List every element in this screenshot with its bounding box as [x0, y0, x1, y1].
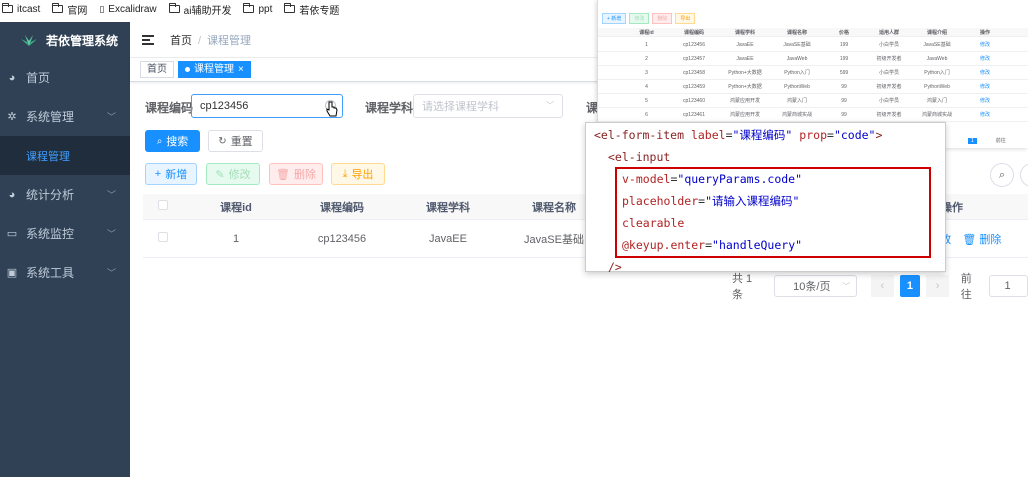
bookmark-itcast[interactable]: itcast	[2, 3, 40, 15]
bookmark-excalidraw[interactable]: ▯ Excalidraw	[99, 4, 156, 15]
folder-icon	[2, 3, 13, 13]
search-button[interactable]: ⌕ 搜索	[145, 130, 200, 152]
edit-button[interactable]: ✎ 修改	[206, 163, 260, 185]
tag-course[interactable]: 课程管理 ×	[178, 61, 251, 78]
search-toggle-icon[interactable]: ⌕	[990, 163, 1014, 187]
chevron-down-icon: ﹀	[106, 190, 116, 200]
code-snippet: <el-form-item label="课程编码" prop="code"> …	[585, 122, 946, 274]
subject-label: 课程学科	[365, 101, 414, 115]
folder-icon	[284, 3, 296, 13]
header-id: 课程id	[220, 201, 252, 214]
preview-row: 4 cp123459 Python+大数据 PythonWeb 99 初级开发者…	[598, 80, 1028, 94]
preview-pagination: 1 前往	[968, 137, 1006, 144]
logo-icon	[21, 35, 37, 46]
sidebar-logo[interactable]: 若依管理系统	[0, 22, 130, 58]
preview-row: 5 cp123460 鸿蒙应用开发 鸿蒙入门 99 小白学员 鸿蒙入门 修改	[598, 94, 1028, 108]
preview-delete: 删除	[652, 13, 673, 24]
refresh-table-icon[interactable]	[1020, 163, 1028, 187]
delete-button[interactable]: 🗑 删除	[269, 163, 323, 185]
code-label: 课程编码	[145, 101, 194, 115]
export-button[interactable]: ⤓ 导出	[331, 163, 385, 185]
plus-icon: +	[154, 168, 162, 180]
tag-home[interactable]: 首页	[140, 61, 174, 78]
sidebar: 若依管理系统 ◕ 首页 ✲ 系统管理 ﹀ 课程管理 ◕ 统计分析 ﹀ ▭ 系统监控 ﹀ ▣ 系统…	[0, 22, 130, 477]
bookmark-ppt[interactable]: ppt	[243, 3, 272, 15]
edit-icon: ✎	[215, 168, 225, 181]
dashboard-icon: ◕	[8, 71, 16, 84]
bookmark-ai-dev[interactable]: ai辅助开发	[168, 2, 231, 17]
chevron-down-icon: ﹀	[106, 112, 116, 122]
preview-export: 导出	[675, 13, 696, 24]
gear-icon: ✲	[7, 111, 17, 123]
header-code: 课程编码	[320, 201, 364, 214]
preview-row: 2 cp123457 JavaEE JavaWeb 199 初级开发者 Java…	[598, 52, 1028, 66]
page-icon: ▯	[99, 3, 105, 14]
sidebar-item-course[interactable]: 课程管理	[0, 136, 130, 175]
header-subject: 课程学科	[426, 201, 470, 214]
close-icon[interactable]: ×	[238, 62, 244, 77]
next-page-button[interactable]: ›	[926, 275, 949, 297]
sidebar-item-tools[interactable]: ▣ 系统工具 ﹀	[0, 253, 130, 292]
prev-page-button[interactable]: ‹	[871, 275, 894, 297]
preview-row: 1 cp123456 JavaEE JavaSE基础 199 小白学员 Java…	[598, 38, 1028, 52]
sidebar-item-stats[interactable]: ◕ 统计分析 ﹀	[0, 175, 130, 214]
preview-header: 课程id 课程编码 课程学科 课程名称 价格 适用人群 课程介绍 操作	[598, 28, 1028, 37]
bookmark-ruoyi[interactable]: 若依专题	[284, 2, 339, 17]
page-1-button[interactable]: 1	[899, 275, 921, 297]
goto-label: 前往	[960, 273, 972, 301]
folder-icon	[52, 3, 64, 13]
preview-add: + 新增	[602, 13, 627, 24]
chevron-down-icon: ﹀	[106, 268, 116, 278]
breadcrumb-current: 课程管理	[207, 34, 252, 47]
reset-button[interactable]: ↻ 重置	[208, 130, 263, 152]
chevron-down-icon: ﹀	[842, 281, 851, 291]
breadcrumb-home[interactable]: 首页	[170, 35, 192, 47]
code-input[interactable]: cp123456 ×	[191, 94, 343, 118]
refresh-icon: ↻	[218, 135, 227, 147]
subject-select[interactable]: 请选择课程学科 ﹀	[413, 94, 563, 118]
folder-icon	[243, 3, 255, 13]
preview-row: 3 cp123458 Python+大数据 Python入门 599 小白学员 …	[598, 66, 1028, 80]
row-checkbox[interactable]	[158, 232, 168, 242]
folder-icon	[168, 3, 180, 13]
search-icon: ⌕	[156, 135, 163, 147]
download-icon: ⤓	[342, 167, 348, 180]
code-line: <el-form-item label="课程编码" prop="code">	[594, 128, 883, 142]
cursor-icon	[326, 101, 338, 117]
chevron-down-icon: ﹀	[106, 229, 116, 239]
preview-row: 6 cp123461 鸿蒙应用开发 鸿蒙商城实战 99 初级开发者 鸿蒙商城实战…	[598, 108, 1028, 122]
preview-edit: 修改	[629, 13, 650, 24]
highlight-box	[615, 167, 931, 258]
row-delete-link[interactable]: 🗑 删除	[962, 234, 1001, 246]
bookmark-official[interactable]: 官网	[52, 2, 87, 17]
sidebar-item-system[interactable]: ✲ 系统管理 ﹀	[0, 97, 130, 136]
chart-icon: ◕	[8, 188, 16, 201]
hamburger-icon[interactable]	[142, 34, 154, 45]
sidebar-item-home[interactable]: ◕ 首页	[0, 58, 130, 97]
sidebar-title: 若依管理系统	[46, 33, 119, 48]
monitor-icon: ▭	[6, 228, 18, 240]
code-line: />	[608, 260, 622, 274]
page-size-select[interactable]: 10条/页 ﹀	[774, 275, 858, 297]
chevron-down-icon: ﹀	[546, 101, 554, 110]
toolbox-icon: ▣	[6, 267, 18, 279]
goto-input[interactable]: 1	[989, 275, 1028, 297]
breadcrumb: 首页 / 课程管理	[170, 34, 252, 47]
trash-icon: 🗑	[276, 168, 290, 181]
add-button[interactable]: + 新增	[145, 163, 197, 185]
sidebar-item-monitor[interactable]: ▭ 系统监控 ﹀	[0, 214, 130, 253]
select-all-checkbox[interactable]	[158, 200, 168, 210]
code-line: <el-input	[608, 150, 671, 164]
